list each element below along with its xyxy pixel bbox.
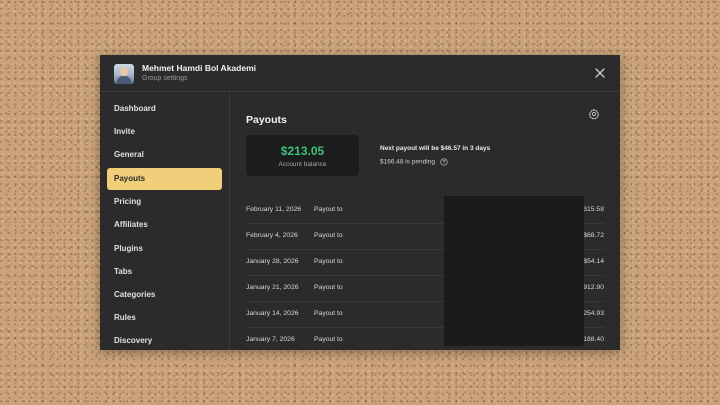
next-payout-text: Next payout will be $46.57 in 3 days xyxy=(380,145,491,152)
payout-date: January 7, 2026 xyxy=(246,336,295,343)
group-settings-modal: Mehmet Hamdi Bol Akademi Group settings … xyxy=(100,55,620,350)
group-settings-subtitle: Group settings xyxy=(142,75,188,82)
payout-date: February 4, 2026 xyxy=(246,232,298,239)
payout-amount: $68.72 xyxy=(583,232,604,239)
gear-icon[interactable] xyxy=(588,108,600,120)
sidebar-item-invite[interactable]: Invite xyxy=(107,121,222,143)
pending-amount-text: $166.48 is pending xyxy=(380,158,435,166)
payout-description: Payout to xyxy=(314,336,343,343)
sidebar-item-affiliates[interactable]: Affiliates xyxy=(107,214,222,236)
payout-date: January 14, 2026 xyxy=(246,310,299,317)
payout-date: January 28, 2026 xyxy=(246,258,299,265)
sidebar-item-pricing[interactable]: Pricing xyxy=(107,191,222,213)
page-title: Payouts xyxy=(246,114,287,126)
payout-description: Payout to xyxy=(314,310,343,317)
group-avatar xyxy=(114,64,134,84)
sidebar-item-general[interactable]: General xyxy=(107,144,222,166)
sidebar-item-tabs[interactable]: Tabs xyxy=(107,261,222,283)
sidebar-item-payouts[interactable]: Payouts xyxy=(107,168,222,190)
sidebar-item-dashboard[interactable]: Dashboard xyxy=(107,98,222,120)
payout-amount: $54.14 xyxy=(583,258,604,265)
payout-description: Payout to xyxy=(314,206,343,213)
close-icon[interactable] xyxy=(594,67,606,79)
account-balance-card: $213.05 Account balance xyxy=(246,135,359,176)
payout-date: January 21, 2026 xyxy=(246,284,299,291)
payout-description: Payout to xyxy=(314,284,343,291)
pending-amount-row: $166.48 is pending xyxy=(380,158,448,166)
settings-sidebar: Dashboard Invite General Payouts Pricing… xyxy=(100,92,230,350)
sidebar-item-plugins[interactable]: Plugins xyxy=(107,238,222,260)
sidebar-item-discovery[interactable]: Discovery xyxy=(107,330,222,350)
sidebar-item-rules[interactable]: Rules xyxy=(107,307,222,329)
payout-description: Payout to xyxy=(314,258,343,265)
payouts-panel: Payouts $213.05 Account balance Next pay… xyxy=(230,92,620,350)
payout-description: Payout to xyxy=(314,232,343,239)
sidebar-item-categories[interactable]: Categories xyxy=(107,284,222,306)
account-balance-label: Account balance xyxy=(278,161,327,168)
modal-header: Mehmet Hamdi Bol Akademi Group settings xyxy=(100,55,620,92)
payout-date: February 11, 2026 xyxy=(246,206,302,213)
account-balance-amount: $213.05 xyxy=(280,144,325,158)
group-name: Mehmet Hamdi Bol Akademi xyxy=(142,63,256,73)
question-circle-icon[interactable] xyxy=(440,158,448,166)
redaction-box xyxy=(444,196,584,346)
